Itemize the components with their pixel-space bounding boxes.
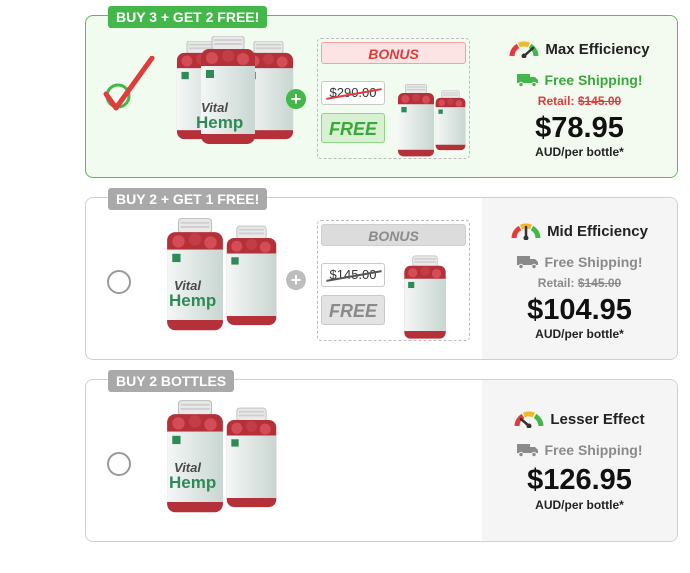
offer-tag: BUY 3 + GET 2 FREE! xyxy=(108,6,268,28)
gauge-icon xyxy=(509,41,539,58)
offer-card-2bottles[interactable]: BUY 2 BOTTLES Vital Hemp Lesser Effect F… xyxy=(85,370,678,542)
offer-card-2plus1[interactable]: BUY 2 + GET 1 FREE! Vital Hemp + BONUS $… xyxy=(85,188,678,360)
bonus-free-label: FREE xyxy=(321,295,385,325)
retail-price: Retail: $145.00 xyxy=(537,94,622,108)
bonus-free-label: FREE xyxy=(321,113,385,143)
bonus-title: BONUS xyxy=(321,224,466,246)
offer-price: $104.95 xyxy=(527,294,632,326)
per-unit-label: AUD/per bottle* xyxy=(535,145,624,159)
offer-tag: BUY 2 + GET 1 FREE! xyxy=(108,188,268,210)
bonus-box: BONUS $145.00 FREE xyxy=(317,220,470,341)
plus-icon: + xyxy=(286,270,306,290)
bonus-old-price: $290.00 xyxy=(321,81,385,105)
offer-radio[interactable] xyxy=(107,270,131,294)
per-unit-label: AUD/per bottle* xyxy=(535,498,624,512)
gauge-icon xyxy=(511,223,541,240)
retail-price: Retail: $145.00 xyxy=(537,276,622,290)
offer-card-3plus2[interactable]: BUY 3 + GET 2 FREE! Vital Hemp + BONUS $… xyxy=(85,6,678,178)
offer-radio[interactable] xyxy=(107,452,131,476)
truck-icon xyxy=(516,256,538,269)
bonus-box: BONUS $290.00 FREE xyxy=(317,38,470,159)
offer-price: $126.95 xyxy=(527,464,632,496)
product-name-line2: Hemp xyxy=(169,291,217,310)
price-panel: Mid Efficiency Free Shipping! Retail: $1… xyxy=(482,198,677,359)
per-unit-label: AUD/per bottle* xyxy=(535,327,624,341)
shipping-label: Free Shipping! xyxy=(544,254,643,270)
price-panel: Max Efficiency Free Shipping! Retail: $1… xyxy=(482,16,677,177)
price-panel: Lesser Effect Free Shipping! $126.95 AUD… xyxy=(482,380,677,541)
efficiency-label: Lesser Effect xyxy=(550,410,645,428)
product-name-line2: Hemp xyxy=(169,473,217,492)
offer-price: $78.95 xyxy=(535,112,624,144)
checkmark-icon xyxy=(103,56,155,111)
gauge-icon xyxy=(514,411,544,428)
truck-icon xyxy=(516,444,538,457)
shipping-label: Free Shipping! xyxy=(544,72,643,88)
plus-icon: + xyxy=(286,89,306,109)
offer-tag: BUY 2 BOTTLES xyxy=(108,370,235,392)
efficiency-label: Mid Efficiency xyxy=(547,222,648,240)
bonus-title: BONUS xyxy=(321,42,466,64)
product-name-line2: Hemp xyxy=(196,113,244,132)
truck-icon xyxy=(516,74,538,87)
bonus-old-price: $145.00 xyxy=(321,263,385,287)
shipping-label: Free Shipping! xyxy=(544,442,643,458)
efficiency-label: Max Efficiency xyxy=(545,40,650,58)
